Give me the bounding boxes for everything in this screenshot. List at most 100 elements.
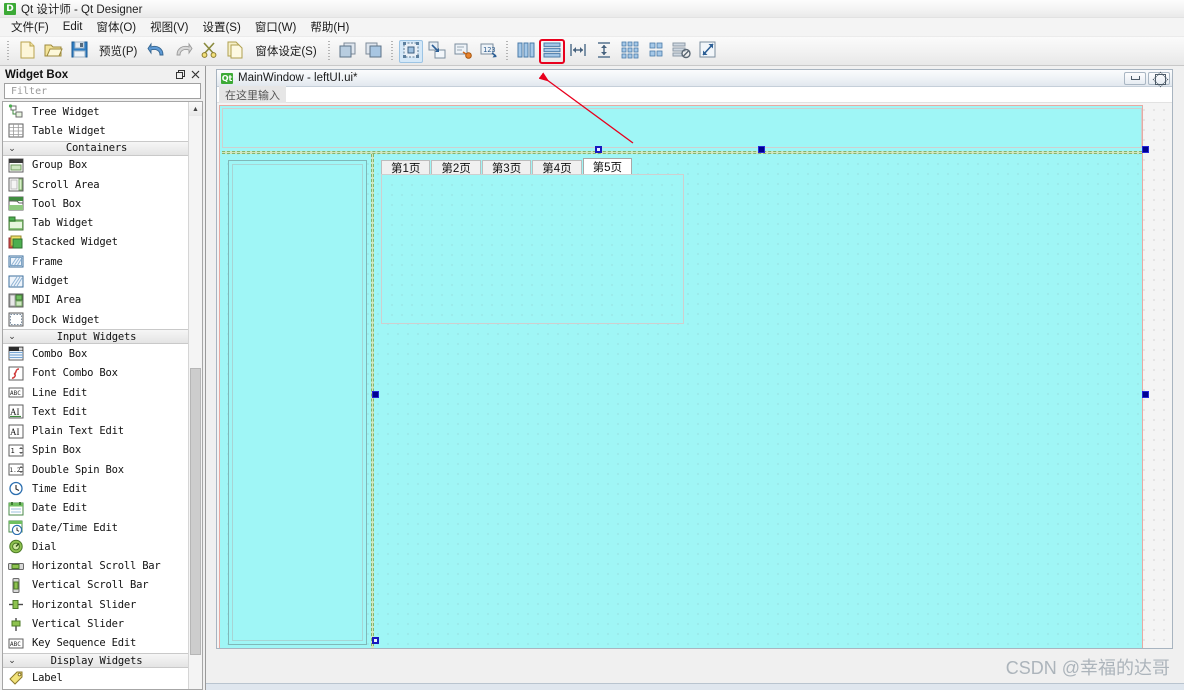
search-input[interactable] <box>9 84 196 98</box>
form-tab-page-3[interactable]: 第3页 <box>481 160 532 175</box>
widget-item-frame[interactable]: Frame <box>3 252 188 271</box>
edit-signals-slots-button[interactable] <box>425 40 449 63</box>
widget-item-dial[interactable]: Dial <box>3 537 188 556</box>
form-tab-page-4[interactable]: 第4页 <box>532 160 582 175</box>
adjust-size-button[interactable] <box>696 40 720 63</box>
widget-item-text-browser[interactable]: AIText Browser <box>3 687 188 689</box>
widget-item-text-edit[interactable]: AI Text Edit <box>3 402 188 421</box>
float-window-icon[interactable] <box>174 68 187 81</box>
tab-bar[interactable]: 第1页 第2页 第3页 第4页 第5页 <box>381 158 684 175</box>
form-tab-page-1[interactable]: 第1页 <box>381 160 431 175</box>
widget-item-label[interactable]: Label <box>3 668 188 687</box>
menubar-placeholder[interactable]: 在这里输入 <box>219 85 286 104</box>
minimize-button[interactable] <box>1124 71 1146 85</box>
selection-handle-bottom[interactable] <box>372 637 379 644</box>
edit-tab-order-button[interactable]: 123 <box>477 40 501 63</box>
v-scrollbar-icon <box>8 577 24 593</box>
widget-item-horizontal-scroll-bar[interactable]: Horizontal Scroll Bar <box>3 557 188 576</box>
widget-item-widget[interactable]: Widget <box>3 271 188 290</box>
widget-item-horizontal-slider[interactable]: Horizontal Slider <box>3 595 188 614</box>
undo-button[interactable] <box>145 40 169 63</box>
widget-group-input-widgets[interactable]: ⌄ Input Widgets <box>3 329 188 345</box>
widget-group-containers[interactable]: ⌄ Containers <box>3 140 188 156</box>
widget-item-tree-widget[interactable]: Tree Widget <box>3 102 188 121</box>
widget-item-line-edit[interactable]: ABC Line Edit <box>3 383 188 402</box>
redo-button[interactable] <box>171 40 195 63</box>
widget-item-label: Scroll Area <box>32 178 100 191</box>
layout-vertically-button[interactable] <box>538 38 565 64</box>
menu-help[interactable]: 帮助(H) <box>303 18 356 36</box>
maximize-button[interactable] <box>1148 71 1170 85</box>
toolbar-grip-4[interactable] <box>504 40 510 62</box>
menu-settings[interactable]: 设置(S) <box>195 18 247 36</box>
widget-group-display-widgets[interactable]: ⌄ Display Widgets <box>3 653 188 669</box>
cut-button[interactable] <box>197 40 221 63</box>
tab-widget[interactable]: 第1页 第2页 第3页 第4页 第5页 <box>381 158 684 325</box>
left-panel-widget[interactable] <box>228 160 367 645</box>
new-file-button[interactable] <box>15 40 39 63</box>
selection-handle-top[interactable] <box>595 146 602 153</box>
toolbar-grip-2[interactable] <box>326 40 332 62</box>
widget-item-group-box[interactable]: Group Box <box>3 156 188 175</box>
close-icon[interactable] <box>189 68 202 81</box>
widget-item-spin-box[interactable]: 1 Spin Box <box>3 441 188 460</box>
menu-window[interactable]: 窗口(W) <box>248 18 304 36</box>
layout-splitter-horizontal-button[interactable] <box>566 40 590 63</box>
edit-buddies-button[interactable] <box>451 40 475 63</box>
scrollbar-thumb[interactable] <box>190 368 201 655</box>
form-tab-page-5[interactable]: 第5页 <box>582 158 633 175</box>
widget-item-date-time-edit[interactable]: Date/Time Edit <box>3 518 188 537</box>
layout-form-button[interactable] <box>644 40 668 63</box>
layout-horizontally-button[interactable] <box>514 40 538 63</box>
form-settings-button[interactable]: 窗体设定(S) <box>249 40 322 63</box>
edit-widgets-button[interactable] <box>398 39 423 63</box>
widget-item-tool-box[interactable]: Tool Box <box>3 194 188 213</box>
copy-button[interactable] <box>223 40 247 63</box>
menu-file[interactable]: 文件(F) <box>4 18 56 36</box>
scrollbar-track[interactable] <box>189 116 202 689</box>
open-file-button[interactable] <box>41 40 65 63</box>
preview-button[interactable]: 预览(P) <box>93 40 143 63</box>
widget-item-tab-widget[interactable]: Tab Widget <box>3 213 188 232</box>
widget-item-combo-box[interactable]: Combo Box <box>3 344 188 363</box>
scroll-up-arrow-icon[interactable]: ▲ <box>189 102 202 116</box>
toolbar-grip[interactable] <box>6 40 11 62</box>
widget-item-mdi-area[interactable]: MDI Area <box>3 291 188 310</box>
widget-box-list[interactable]: Tree Widget Table Widget ⌄ Containers Group … <box>3 102 188 689</box>
save-file-button[interactable] <box>67 40 91 63</box>
widget-box-filter[interactable] <box>4 83 201 99</box>
widget-item-plain-text-edit[interactable]: AI Plain Text Edit <box>3 421 188 440</box>
selection-handle-right-mid[interactable] <box>1142 391 1149 398</box>
menu-view[interactable]: 视图(V) <box>143 18 195 36</box>
selection-handle-top-right[interactable] <box>758 146 765 153</box>
widget-item-dock-widget[interactable]: Dock Widget <box>3 310 188 329</box>
selection-handle-right-top[interactable] <box>1142 146 1149 153</box>
widget-item-double-spin-box[interactable]: 1.2 Double Spin Box <box>3 460 188 479</box>
layout-grid-button[interactable] <box>618 40 642 63</box>
toolbar-grip-3[interactable] <box>389 40 395 62</box>
form-canvas[interactable]: 第1页 第2页 第3页 第4页 第5页 <box>217 103 1172 648</box>
widget-item-font-combo-box[interactable]: Font Combo Box <box>3 364 188 383</box>
layout-splitter-vertical-button[interactable] <box>592 40 616 63</box>
form-tab-page-2[interactable]: 第2页 <box>431 160 481 175</box>
widget-item-date-edit[interactable]: Date Edit <box>3 499 188 518</box>
widget-item-key-sequence-edit[interactable]: ABC Key Sequence Edit <box>3 634 188 653</box>
tab-page-content[interactable] <box>381 174 684 324</box>
widget-item-vertical-scroll-bar[interactable]: Vertical Scroll Bar <box>3 576 188 595</box>
form-menubar[interactable]: 在这里输入 <box>217 85 1172 104</box>
top-widget[interactable] <box>222 108 1142 148</box>
widget-item-vertical-slider[interactable]: Vertical Slider <box>3 614 188 633</box>
central-widget[interactable]: 第1页 第2页 第3页 第4页 第5页 <box>219 105 1143 648</box>
selection-handle-left-mid[interactable] <box>372 391 379 398</box>
widget-icon <box>8 274 24 289</box>
widget-item-time-edit[interactable]: Time Edit <box>3 479 188 498</box>
menu-form[interactable]: 窗体(O) <box>90 18 144 36</box>
bring-to-front-button[interactable] <box>362 40 386 63</box>
widget-item-scroll-area[interactable]: Scroll Area <box>3 175 188 194</box>
widget-item-table-widget[interactable]: Table Widget <box>3 121 188 140</box>
widget-item-stacked-widget[interactable]: Stacked Widget <box>3 233 188 252</box>
menu-edit[interactable]: Edit <box>56 20 90 34</box>
send-to-back-button[interactable] <box>336 40 360 63</box>
break-layout-button[interactable] <box>670 40 694 63</box>
widget-box-scrollbar[interactable]: ▲ <box>188 102 202 689</box>
